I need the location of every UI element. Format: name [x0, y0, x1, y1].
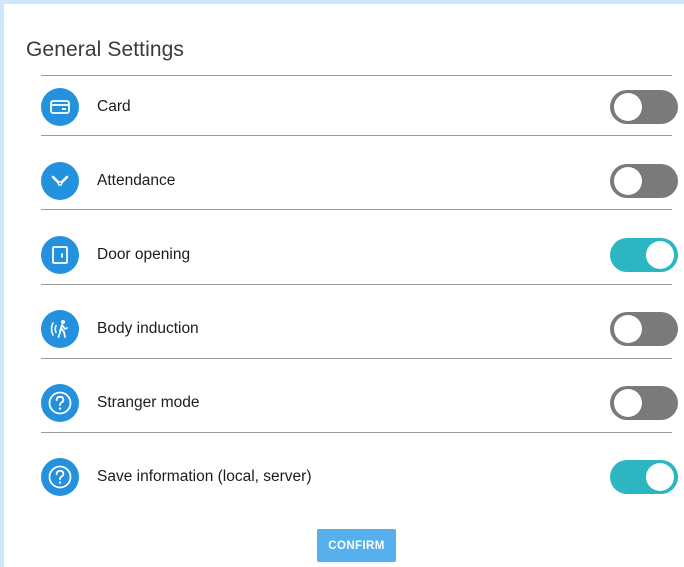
toggle-knob — [614, 315, 642, 343]
setting-label-body-induction: Body induction — [97, 320, 199, 337]
body-induction-toggle[interactable] — [610, 312, 678, 346]
divider — [41, 358, 672, 359]
stranger-mode-toggle[interactable] — [610, 386, 678, 420]
door-opening-toggle[interactable] — [610, 238, 678, 272]
clock-icon — [41, 162, 79, 200]
setting-label-attendance: Attendance — [97, 172, 176, 189]
settings-panel: General Settings Card Attendance Door op… — [0, 0, 684, 567]
divider — [41, 209, 672, 210]
setting-label-card: Card — [97, 98, 131, 115]
divider — [41, 432, 672, 433]
confirm-button[interactable]: CONFIRM — [317, 529, 396, 562]
toggle-knob — [646, 463, 674, 491]
card-icon — [41, 88, 79, 126]
setting-row-save-information: Save information (local, server) — [41, 440, 682, 514]
help-icon — [41, 384, 79, 422]
setting-row-card: Card — [41, 70, 682, 144]
setting-row-body-induction: Body induction — [41, 292, 682, 366]
card-toggle[interactable] — [610, 90, 678, 124]
toggle-knob — [614, 167, 642, 195]
setting-row-door-opening: Door opening — [41, 218, 682, 292]
setting-row-attendance: Attendance — [41, 144, 682, 218]
save-information-toggle[interactable] — [610, 460, 678, 494]
divider — [41, 284, 672, 285]
help-icon — [41, 458, 79, 496]
body-motion-icon — [41, 310, 79, 348]
divider — [41, 135, 672, 136]
door-icon — [41, 236, 79, 274]
toggle-knob — [614, 389, 642, 417]
setting-row-stranger-mode: Stranger mode — [41, 366, 682, 440]
setting-label-stranger-mode: Stranger mode — [97, 394, 200, 411]
page-title: General Settings — [26, 38, 185, 61]
toggle-knob — [646, 241, 674, 269]
setting-label-save-information: Save information (local, server) — [97, 468, 312, 485]
toggle-knob — [614, 93, 642, 121]
attendance-toggle[interactable] — [610, 164, 678, 198]
setting-label-door-opening: Door opening — [97, 246, 191, 263]
